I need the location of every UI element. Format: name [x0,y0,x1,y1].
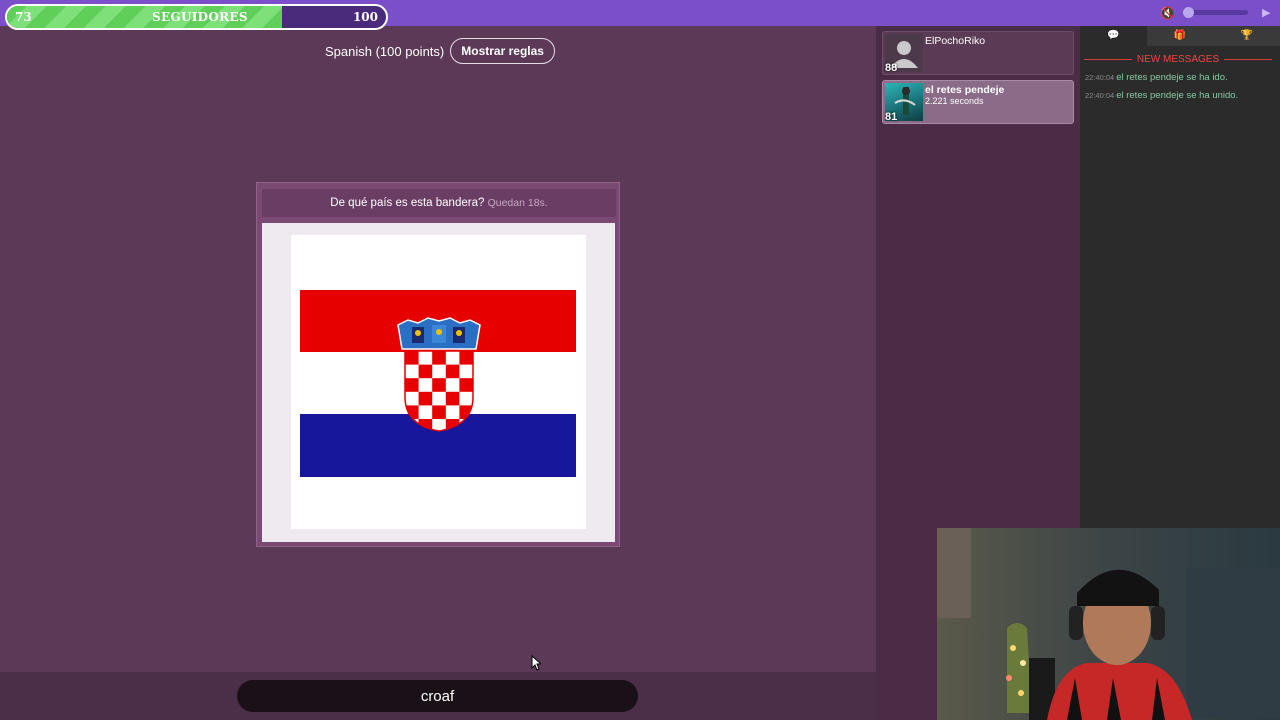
gift-icon: 🎁 [1173,30,1187,41]
question-card: De qué país es esta bandera? Quedan 18s. [256,182,620,547]
mute-icon[interactable]: 🔇 [1160,6,1175,20]
progress-goal: 100 [352,10,378,24]
player-answer-time: 2.221 seconds [925,96,984,106]
chat-message: 22:40:04 el retes pendeje se ha ido. [1085,72,1228,83]
chat-tabs: 💬 🎁 🏆 [1080,26,1280,46]
mouse-cursor-icon [531,655,541,671]
play-icon[interactable]: ▶ [1262,6,1270,19]
player-card[interactable]: 81 el retes pendeje 2.221 seconds [882,80,1074,124]
coat-of-arms-icon [397,317,481,432]
chat-message: 22:40:04 el retes pendeje se ha unido. [1085,90,1238,101]
language-label: Spanish (100 points) [325,43,445,59]
player-card[interactable]: 88 ElPochoRiko [882,31,1074,75]
progress-current: 73 [15,10,32,24]
player-name: el retes pendeje [925,84,1005,96]
message-timestamp: 22:40:04 [1085,73,1115,82]
croatia-flag-image [300,290,576,477]
countdown-timer: Quedan 18s. [487,197,548,209]
volume-slider-knob[interactable] [1183,7,1194,18]
chat-icon: 💬 [1107,30,1120,41]
new-messages-divider: NEW MESSAGES [1084,54,1272,65]
question-image-frame [262,223,615,542]
tab-ranking[interactable]: 🏆 [1213,26,1280,46]
message-text: el retes pendeje se ha unido. [1116,90,1239,101]
progress-label: SEGUIDORES [152,10,248,24]
player-name: ElPochoRiko [925,35,986,47]
webcam-image [937,528,1280,720]
show-rules-button[interactable]: Mostrar reglas [450,38,555,64]
message-timestamp: 22:40:04 [1085,91,1115,100]
new-messages-label: NEW MESSAGES [1136,54,1220,65]
tab-gifts[interactable]: 🎁 [1147,26,1214,46]
question-header: De qué país es esta bandera? Quedan 18s. [262,189,616,217]
game-header: Spanish (100 points) Mostrar reglas [325,38,555,64]
tab-chat[interactable]: 💬 [1080,26,1147,46]
webcam-overlay [937,528,1280,720]
player-score: 81 [885,111,898,123]
question-text: De qué país es esta bandera? [330,197,485,209]
player-score: 88 [885,62,898,74]
trophy-icon: 🏆 [1240,30,1253,41]
message-text: el retes pendeje se ha ido. [1116,72,1228,83]
answer-input[interactable] [237,680,638,712]
chat-panel: 💬 🎁 🏆 NEW MESSAGES 22:40:04 el retes pend… [1080,26,1280,528]
followers-progress-bar: 73 SEGUIDORES 100 [5,4,388,30]
top-bar: 73 SEGUIDORES 100 🔇 ▶ [0,0,1280,30]
